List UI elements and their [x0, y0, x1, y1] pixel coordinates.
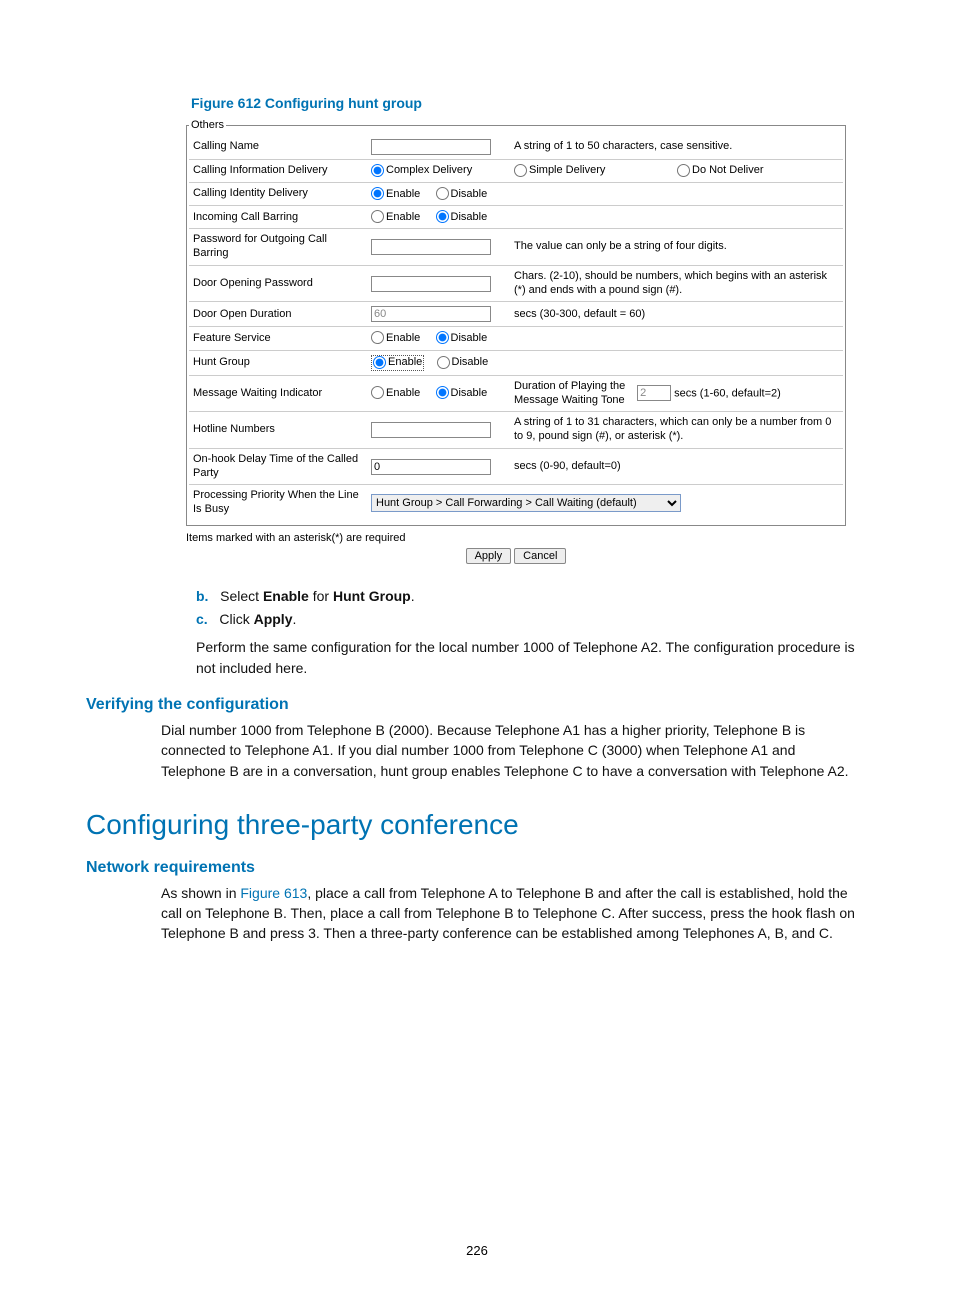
input-calling-name[interactable]: [371, 139, 491, 155]
radio-hunt-enable[interactable]: Enable: [373, 356, 422, 368]
para-verifying: Dial number 1000 from Telephone B (2000)…: [161, 720, 861, 781]
row-pwd-outgoing: Password for Outgoing Call Barring The v…: [189, 229, 843, 266]
radio-simple-delivery[interactable]: Simple Delivery: [514, 164, 605, 176]
label-cid: Calling Information Delivery: [189, 160, 367, 183]
page-number: 226: [0, 1243, 954, 1258]
radio-complex-delivery[interactable]: Complex Delivery: [371, 164, 472, 176]
para-after-steps: Perform the same configuration for the l…: [196, 637, 856, 678]
heading-three-party-conference: Configuring three-party conference: [86, 809, 868, 841]
input-mwi-duration[interactable]: [637, 385, 671, 401]
label-feature: Feature Service: [189, 327, 367, 350]
step-c: c. Click Apply.: [196, 609, 836, 629]
fieldset-legend: Others: [189, 119, 226, 131]
label-identity: Calling Identity Delivery: [189, 183, 367, 206]
row-incoming-barring: Incoming Call Barring Enable Disable: [189, 206, 843, 229]
link-figure-613[interactable]: Figure 613: [240, 885, 307, 901]
heading-network-requirements: Network requirements: [86, 859, 868, 877]
others-fieldset: Others Calling Name A string of 1 to 50 …: [186, 119, 846, 526]
radio-mwi-disable[interactable]: Disable: [436, 387, 488, 399]
radio-barring-enable[interactable]: Enable: [371, 211, 420, 223]
input-onhook[interactable]: [371, 459, 491, 475]
label-door-pwd: Door Opening Password: [189, 265, 367, 302]
radio-feature-enable[interactable]: Enable: [371, 332, 420, 344]
label-barring: Incoming Call Barring: [189, 206, 367, 229]
step-b: b. Select Enable for Hunt Group.: [196, 586, 836, 606]
mwi-duration-label: Duration of Playing the Message Waiting …: [514, 380, 634, 408]
input-hotline[interactable]: [371, 422, 491, 438]
radio-mwi-enable[interactable]: Enable: [371, 387, 420, 399]
row-calling-name: Calling Name A string of 1 to 50 charact…: [189, 135, 843, 160]
hint-door-pwd: Chars. (2-10), should be numbers, which …: [510, 265, 843, 302]
input-pwd-out[interactable]: [371, 239, 491, 255]
row-hotline: Hotline Numbers A string of 1 to 31 char…: [189, 412, 843, 449]
config-form-screenshot: Others Calling Name A string of 1 to 50 …: [186, 119, 846, 564]
radio-identity-enable[interactable]: Enable: [371, 188, 420, 200]
radio-identity-disable[interactable]: Disable: [436, 188, 488, 200]
label-onhook: On-hook Delay Time of the Called Party: [189, 448, 367, 485]
hint-onhook: secs (0-90, default=0): [510, 448, 843, 485]
row-door-dur: Door Open Duration secs (30-300, default…: [189, 302, 843, 327]
hint-mwi-duration: secs (1-60, default=2): [674, 387, 781, 399]
input-door-dur[interactable]: [371, 306, 491, 322]
row-door-pwd: Door Opening Password Chars. (2-10), sho…: [189, 265, 843, 302]
label-calling-name: Calling Name: [189, 135, 367, 160]
label-priority: Processing Priority When the Line Is Bus…: [189, 485, 367, 521]
row-priority: Processing Priority When the Line Is Bus…: [189, 485, 843, 521]
row-feature-service: Feature Service Enable Disable: [189, 327, 843, 350]
label-mwi: Message Waiting Indicator: [189, 375, 367, 412]
radio-do-not-deliver[interactable]: Do Not Deliver: [677, 164, 764, 176]
row-hunt-group: Hunt Group Enable Disable: [189, 350, 843, 375]
row-calling-identity-delivery: Calling Identity Delivery Enable Disable: [189, 183, 843, 206]
cancel-button[interactable]: Cancel: [514, 548, 566, 564]
row-onhook: On-hook Delay Time of the Called Party s…: [189, 448, 843, 485]
radio-barring-disable[interactable]: Disable: [436, 211, 488, 223]
hint-calling-name: A string of 1 to 50 characters, case sen…: [510, 135, 843, 160]
radio-feature-disable[interactable]: Disable: [436, 332, 488, 344]
hint-pwd-out: The value can only be a string of four d…: [510, 229, 843, 266]
required-note: Items marked with an asterisk(*) are req…: [186, 532, 846, 544]
radio-hunt-disable[interactable]: Disable: [437, 356, 489, 368]
label-hotline: Hotline Numbers: [189, 412, 367, 449]
row-mwi: Message Waiting Indicator Enable Disable…: [189, 375, 843, 412]
figure-caption: Figure 612 Configuring hunt group: [191, 95, 868, 111]
para-network-requirements: As shown in Figure 613, place a call fro…: [161, 883, 861, 944]
hint-hotline: A string of 1 to 31 characters, which ca…: [510, 412, 843, 449]
hint-door-dur: secs (30-300, default = 60): [510, 302, 843, 327]
label-hunt: Hunt Group: [189, 350, 367, 375]
select-priority[interactable]: Hunt Group > Call Forwarding > Call Wait…: [371, 494, 681, 512]
label-door-dur: Door Open Duration: [189, 302, 367, 327]
row-calling-info-delivery: Calling Information Delivery Complex Del…: [189, 160, 843, 183]
apply-button[interactable]: Apply: [466, 548, 512, 564]
heading-verifying: Verifying the configuration: [86, 696, 868, 714]
input-door-pwd[interactable]: [371, 276, 491, 292]
label-pwd-out: Password for Outgoing Call Barring: [189, 229, 367, 266]
